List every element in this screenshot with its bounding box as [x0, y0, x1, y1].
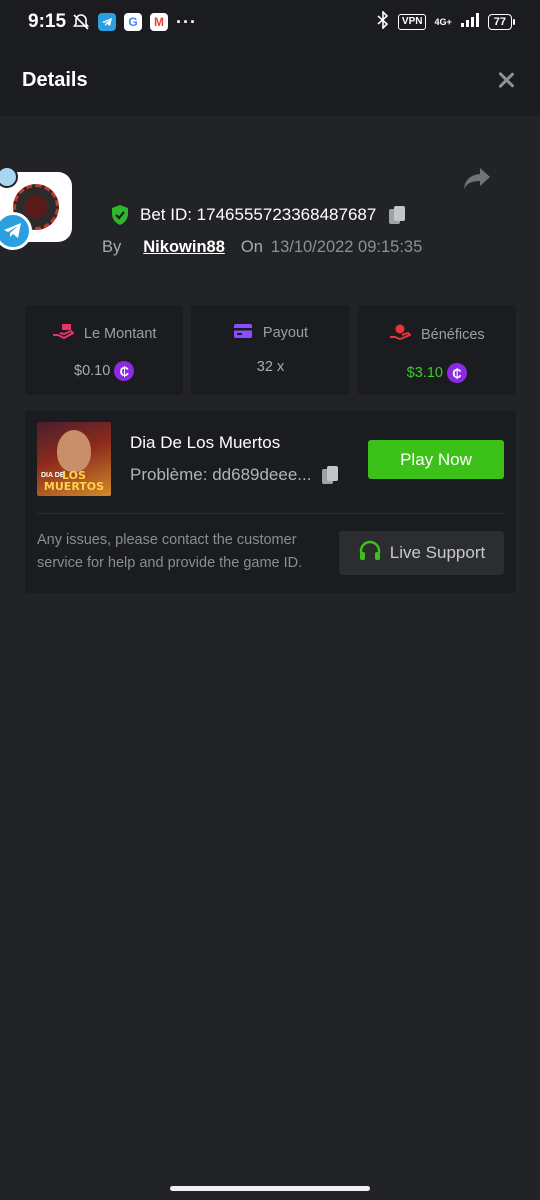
bluetooth-icon — [376, 9, 390, 34]
username-link[interactable]: Nikowin88 — [143, 238, 225, 257]
game-thumbnail[interactable]: DIA DE LOS MUERTOS — [37, 422, 111, 496]
divider — [37, 513, 504, 514]
on-label: On — [240, 238, 263, 256]
bet-id: Bet ID: 1746555723368487687 — [140, 205, 377, 224]
bet-stats: Le Montant $0.10 ₵ Payout 32 x Bénéfices… — [25, 305, 516, 395]
stat-value: $3.10 — [406, 365, 443, 381]
live-support-label: Live Support — [389, 543, 486, 562]
stat-value: $0.10 — [74, 363, 111, 379]
battery-indicator: 77 — [487, 14, 516, 30]
page-title: Details — [22, 68, 88, 91]
telegram-icon[interactable] — [0, 212, 32, 250]
more-notifications-icon: ··· — [176, 11, 198, 32]
stat-label: Le Montant — [83, 326, 157, 342]
live-support-button[interactable]: Live Support — [339, 531, 504, 575]
status-bar: 9:15 G M ··· VPN 4G+ 77 — [0, 0, 540, 44]
home-indicator[interactable] — [170, 1186, 370, 1191]
headset-icon — [358, 539, 382, 568]
game-avatar — [0, 166, 72, 250]
stat-value: 32 x — [256, 359, 285, 375]
status-time: 9:15 — [28, 11, 67, 32]
details-header: Details — [0, 44, 540, 116]
thumbnail-title: LOS MUERTOS — [43, 469, 105, 493]
thumbnail-face — [57, 430, 91, 472]
verified-shield-icon — [110, 204, 130, 226]
stat-profit: Bénéfices $3.10 ₵ — [357, 305, 516, 395]
google-icon: G — [124, 13, 143, 31]
signal-icon — [460, 12, 480, 33]
card-icon — [233, 323, 263, 343]
play-now-button[interactable]: Play Now — [368, 440, 504, 479]
game-problem-row: Problème: dd689deee... — [130, 465, 339, 485]
bet-id-row: Bet ID: 1746555723368487687 — [110, 204, 406, 226]
profit-hand-icon — [389, 323, 421, 347]
share-icon[interactable] — [462, 166, 492, 192]
stat-amount: Le Montant $0.10 ₵ — [25, 305, 184, 395]
game-card: DIA DE LOS MUERTOS Dia De Los Muertos Pr… — [25, 410, 516, 593]
vpn-badge: VPN — [397, 14, 427, 30]
game-name: Dia De Los Muertos — [130, 433, 281, 452]
by-label: By — [102, 238, 122, 256]
gmail-icon: M — [150, 13, 169, 31]
close-icon[interactable] — [494, 68, 518, 92]
copy-icon[interactable] — [321, 465, 339, 485]
copy-icon[interactable] — [388, 205, 406, 225]
stat-payout: Payout 32 x — [191, 305, 350, 395]
stat-label: Payout — [262, 325, 309, 341]
coin-icon: ₵ — [114, 361, 135, 381]
stat-label: Bénéfices — [420, 327, 485, 343]
notifications-muted-icon — [72, 13, 90, 31]
game-problem-id: Problème: dd689deee... — [130, 465, 312, 484]
help-text: Any issues, please contact the customer … — [37, 532, 303, 571]
coin-icon: ₵ — [446, 363, 467, 383]
network-type: 4G+ — [434, 16, 452, 27]
telegram-icon — [98, 13, 117, 31]
bet-date: 13/10/2022 09:15:35 — [270, 238, 423, 256]
money-hand-icon — [52, 323, 84, 345]
bet-meta-row: By Nikowin88 On 13/10/2022 09:15:35 — [102, 238, 422, 257]
status-right: VPN 4G+ 77 — [376, 9, 516, 34]
